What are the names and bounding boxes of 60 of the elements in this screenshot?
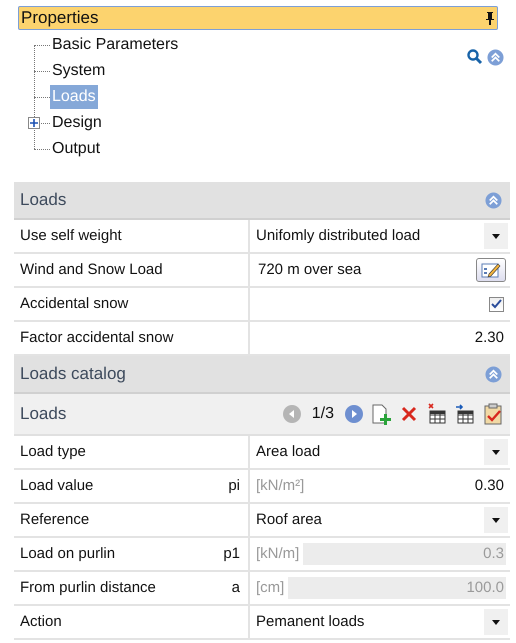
dropdown-button[interactable]: [484, 223, 508, 249]
symbol-label: a: [232, 578, 240, 598]
section-title: Loads catalog: [20, 363, 126, 386]
symbol-label: pi: [228, 476, 240, 496]
new-document-icon[interactable]: [370, 403, 392, 425]
property-label: Action: [20, 612, 62, 632]
plus-icon: [30, 119, 38, 127]
number-field: 0.3: [303, 543, 506, 565]
field-value: 720 m over sea: [258, 260, 362, 280]
property-label: Load on purlin: [20, 544, 116, 564]
section-header[interactable]: Loads catalog: [14, 356, 510, 394]
checkbox[interactable]: [489, 296, 504, 312]
property-label: Accidental snow: [20, 294, 128, 314]
search-icon[interactable]: [467, 49, 483, 65]
tree-item[interactable]: Design: [50, 111, 104, 135]
edit-form-icon: [481, 262, 501, 278]
unit-label: [kN/m]: [256, 544, 300, 564]
clipboard-check-icon[interactable]: [482, 403, 504, 425]
edit-button[interactable]: [476, 258, 506, 282]
property-label: From purlin distance: [20, 578, 156, 598]
section-title: Loads: [20, 189, 66, 212]
unit-label: [kN/m²]: [256, 476, 304, 496]
number-field: 100.0: [288, 577, 506, 599]
check-icon: [491, 299, 502, 309]
dropdown-button[interactable]: [484, 609, 508, 635]
dropdown-value: Roof area: [256, 510, 322, 530]
caret-icon: [492, 518, 500, 522]
dropdown-button[interactable]: [484, 439, 508, 465]
caret-icon: [492, 620, 500, 624]
number-field[interactable]: 2.30: [256, 327, 506, 349]
symbol-label: p1: [223, 544, 240, 564]
collapse-icon[interactable]: [485, 366, 502, 382]
property-label: Use self weight: [20, 226, 122, 246]
property-label: Load value: [20, 476, 94, 496]
subheader-title: Loads: [20, 403, 66, 426]
dropdown-value: Unifomly distributed load: [256, 226, 420, 246]
insert-table-icon[interactable]: [454, 403, 476, 425]
collapse-icon[interactable]: [487, 48, 504, 66]
pin-icon[interactable]: [485, 11, 495, 25]
property-label: Reference: [20, 510, 90, 530]
next-icon[interactable]: [344, 404, 364, 424]
section-header[interactable]: Loads: [14, 182, 510, 220]
dropdown-button[interactable]: [484, 507, 508, 533]
property-label: Load type: [20, 442, 86, 462]
dropdown-value: Area load: [256, 442, 320, 462]
caret-icon: [492, 234, 500, 238]
tree-item[interactable]: System: [50, 59, 108, 83]
unit-label: [cm]: [256, 578, 284, 598]
caret-icon: [492, 450, 500, 454]
number-field[interactable]: 0.30: [308, 475, 506, 497]
delete-table-icon[interactable]: [426, 403, 448, 425]
collapse-icon[interactable]: [485, 192, 502, 208]
property-label: Factor accidental snow: [20, 328, 174, 348]
page-counter: 1/3: [312, 404, 334, 424]
panel-title: Properties: [21, 7, 98, 30]
expand-toggle[interactable]: [28, 117, 40, 129]
tree-item[interactable]: Output: [50, 137, 102, 161]
tree-item[interactable]: Basic Parameters: [50, 33, 180, 57]
dropdown-value: Pemanent loads: [256, 612, 364, 632]
property-label: Wind and Snow Load: [20, 260, 163, 280]
